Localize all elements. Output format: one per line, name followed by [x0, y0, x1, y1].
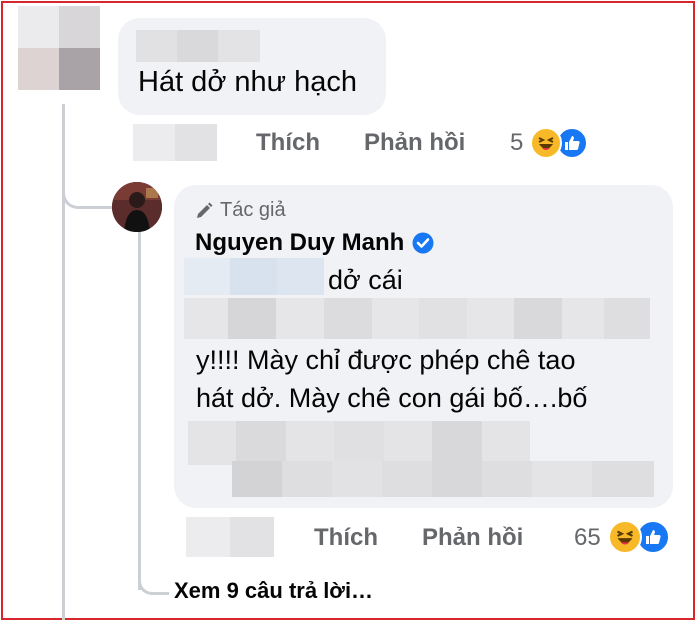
- reply-like-button[interactable]: Thích: [314, 524, 378, 552]
- reply-timestamp-blurred[interactable]: [186, 517, 274, 557]
- reply-text-line1: dở cái: [328, 265, 403, 295]
- reply-reply-button[interactable]: Phản hồi: [422, 524, 523, 552]
- blurred-text-2: [184, 298, 650, 339]
- commenter-name-blurred[interactable]: [136, 30, 260, 62]
- comment-timestamp-blurred[interactable]: [133, 124, 217, 161]
- verified-badge-icon: [412, 232, 434, 254]
- reply-text-line3: hát dở. Mày chê con gái bố….bố: [196, 383, 588, 413]
- comment-reaction-count[interactable]: 5: [510, 129, 523, 157]
- pencil-icon: [194, 201, 214, 221]
- author-badge-label: Tác giả: [220, 199, 286, 221]
- reply-author-name-row: Nguyen Duy Manh: [195, 229, 434, 257]
- reply-bubble: Tác giả Nguyen Duy Manh dở cái y!!!! Mày…: [174, 185, 673, 508]
- reply-reactions[interactable]: [608, 520, 678, 554]
- thread-connector-more: [138, 560, 169, 595]
- author-badge: Tác giả: [194, 199, 286, 222]
- commenter-avatar[interactable]: [18, 6, 100, 90]
- reply-text-line2: y!!!! Mày chỉ được phép chê tao: [196, 345, 576, 375]
- haha-reaction-icon: [530, 127, 562, 159]
- thread-line-reply: [138, 228, 141, 590]
- comment-text: Hát dở như hạch: [138, 66, 358, 98]
- reply-reaction-count[interactable]: 65: [574, 524, 601, 552]
- reply-author-avatar[interactable]: [112, 182, 162, 232]
- haha-reaction-icon: [608, 520, 642, 554]
- blurred-text-1: [184, 258, 324, 295]
- thread-connector-reply: [62, 178, 119, 209]
- blurred-text-3: [188, 421, 530, 465]
- comment-reactions[interactable]: [530, 127, 596, 159]
- comment-bubble: Hát dở như hạch: [118, 18, 386, 115]
- blurred-text-4: [232, 461, 654, 497]
- reply-author-name[interactable]: Nguyen Duy Manh: [195, 229, 404, 257]
- comment-reply-button[interactable]: Phản hồi: [364, 129, 465, 157]
- comment-like-button[interactable]: Thích: [256, 129, 320, 157]
- view-more-replies-link[interactable]: Xem 9 câu trả lời…: [174, 578, 373, 604]
